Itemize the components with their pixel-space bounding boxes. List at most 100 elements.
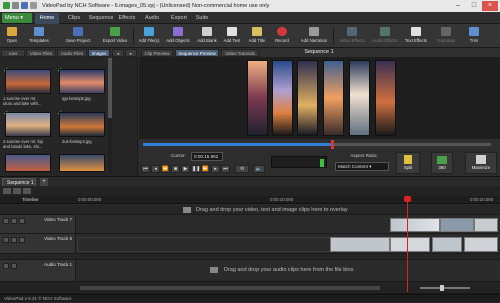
audio-track-1[interactable]: Audio Track 1 Drag and drop your audio c… — [0, 260, 500, 282]
preview-frame-image — [375, 60, 396, 136]
timeline-scroll-area[interactable] — [0, 282, 500, 294]
tab-export[interactable]: Export — [168, 13, 190, 24]
maximize-button[interactable]: Maximize — [465, 152, 497, 174]
video-effects-button[interactable]: Video Effects — [336, 25, 368, 47]
zoom-slider-thumb[interactable] — [440, 285, 444, 291]
rewind-icon[interactable]: ⏪ — [161, 165, 170, 173]
track-settings-icon[interactable] — [19, 218, 25, 224]
add-text-button[interactable]: Add Text — [221, 25, 243, 47]
templates-button[interactable]: Templates — [26, 25, 52, 47]
track-visibility-icon[interactable] — [3, 218, 9, 224]
close-icon[interactable]: × — [482, 1, 498, 11]
add-blank-button[interactable]: Add Blank — [195, 25, 219, 47]
export-video-button[interactable]: Export Video — [99, 25, 131, 47]
video-clip[interactable] — [474, 218, 498, 232]
video-clip[interactable] — [440, 218, 474, 232]
video-viewer[interactable] — [139, 57, 500, 139]
video-track-6[interactable]: Video Track 6 — [0, 234, 500, 254]
pause-icon[interactable]: ❚❚ — [191, 165, 200, 173]
bin-scrollbar[interactable] — [108, 58, 112, 174]
split-icon — [404, 155, 412, 164]
tab-sequence-preview[interactable]: Sequence Preview — [175, 49, 219, 57]
bin-thumbnail[interactable] — [59, 154, 105, 172]
tab-clip-preview[interactable]: Clip Preview — [141, 49, 173, 57]
tab-sequence[interactable]: Sequence — [86, 13, 116, 24]
record-button[interactable]: Record — [271, 25, 293, 47]
tab-video-files[interactable]: Video Files — [26, 49, 56, 57]
timeline-settings-icon[interactable] — [3, 188, 11, 194]
stop-icon[interactable]: ■ — [171, 165, 180, 173]
tab-effects[interactable]: Effects — [116, 13, 138, 24]
preview-playhead[interactable] — [330, 140, 334, 149]
step-forward-icon[interactable]: ▸ — [211, 165, 220, 173]
video-clip[interactable] — [390, 237, 430, 252]
trim-button[interactable]: Trim — [464, 25, 484, 47]
bin-thumbnail[interactable] — [59, 112, 105, 137]
timeline-lock-icon[interactable] — [13, 188, 21, 194]
bin-thumbnail[interactable] — [5, 154, 51, 172]
quick-save-icon[interactable] — [21, 2, 28, 9]
timeline-scrollbar[interactable] — [80, 286, 380, 290]
video-clip[interactable] — [390, 218, 440, 232]
add-sequence-icon[interactable]: + — [40, 178, 48, 186]
open-button[interactable]: Open — [2, 25, 22, 47]
step-back-icon[interactable]: ◂ — [151, 165, 160, 173]
overlay-drop-zone[interactable]: Drag and drop your video, text and image… — [0, 205, 500, 215]
aspect-ratio-label: Aspect Ratio: — [350, 153, 378, 158]
tab-audio-files[interactable]: Audio Files — [57, 49, 87, 57]
tab-home[interactable]: Home — [35, 13, 59, 24]
add-objects-button[interactable]: Add Objects — [163, 25, 193, 47]
text-effects-button[interactable]: Text Effects — [401, 25, 431, 47]
bin-next-icon[interactable]: ▸ — [125, 49, 137, 57]
transition-button[interactable]: Transition — [432, 25, 460, 47]
bin-scrollbar-thumb[interactable] — [108, 58, 112, 118]
bin-thumbnail[interactable] — [59, 69, 105, 94]
split-button[interactable]: Split — [396, 152, 420, 174]
timeline-playhead[interactable] — [404, 196, 411, 202]
aspect-ratio-select[interactable]: Match Content ▾ — [335, 162, 389, 171]
tab-clips[interactable]: Clips — [64, 13, 84, 24]
minimize-icon[interactable]: – — [450, 1, 466, 11]
timeline-ruler[interactable]: Timeline 0:00:00.000 0:00:10.000 0:00:20… — [0, 196, 500, 204]
loop-icon[interactable]: ⟲ — [235, 165, 249, 173]
video-clip[interactable] — [464, 237, 498, 252]
add-narration-button[interactable]: Add Narration — [297, 25, 331, 47]
timeline-snap-icon[interactable] — [23, 188, 31, 194]
volume-icon[interactable]: 🔈 — [253, 165, 265, 173]
zoom-slider[interactable] — [420, 287, 470, 289]
track-lock-icon[interactable] — [11, 237, 17, 243]
track-mute-icon[interactable] — [3, 263, 9, 269]
track-lock-icon[interactable] — [11, 263, 17, 269]
video-track-7[interactable]: Video Track 7 — [0, 215, 500, 234]
tab-sequences[interactable]: rues — [1, 49, 25, 57]
resolution-button[interactable]: 360 — [431, 152, 453, 174]
play-start-icon[interactable]: ⏮ — [141, 165, 150, 173]
tab-video-tutorials[interactable]: Video Tutorials — [221, 49, 259, 57]
bin-item-caption-2: uluru and lake with... — [3, 101, 42, 106]
track-lock-icon[interactable] — [11, 218, 17, 224]
play-icon[interactable]: ▶ — [181, 165, 190, 173]
maximize-window-icon[interactable]: □ — [466, 1, 482, 11]
cursor-time-field[interactable]: 0:00:15.962 — [191, 152, 223, 161]
track-settings-icon[interactable] — [19, 237, 25, 243]
track-visibility-icon[interactable] — [3, 237, 9, 243]
menu-button[interactable]: Menu ▾ — [2, 13, 32, 23]
add-files-button[interactable]: Add File(s) — [136, 25, 162, 47]
tab-audio[interactable]: Audio — [142, 13, 162, 24]
video-clip[interactable] — [432, 237, 462, 252]
timeline-toolbar — [0, 186, 500, 196]
bin-thumbnail[interactable] — [5, 69, 51, 94]
add-title-button[interactable]: Add Title — [246, 25, 268, 47]
preview-scrubber[interactable] — [139, 139, 500, 150]
play-end-icon[interactable]: ⏭ — [221, 165, 230, 173]
quick-open-icon[interactable] — [12, 2, 19, 9]
tab-images[interactable]: Images — [88, 49, 110, 57]
fast-forward-icon[interactable]: ⏩ — [201, 165, 210, 173]
save-project-button[interactable]: Save Project — [60, 25, 96, 47]
tab-suite[interactable]: Suite — [192, 13, 212, 24]
audio-effects-button[interactable]: Audio Effects — [369, 25, 401, 47]
bin-thumbnail[interactable] — [5, 112, 51, 137]
bin-prev-icon[interactable]: ◂ — [112, 49, 124, 57]
video-clip[interactable] — [330, 237, 390, 252]
undo-icon[interactable] — [30, 2, 37, 9]
